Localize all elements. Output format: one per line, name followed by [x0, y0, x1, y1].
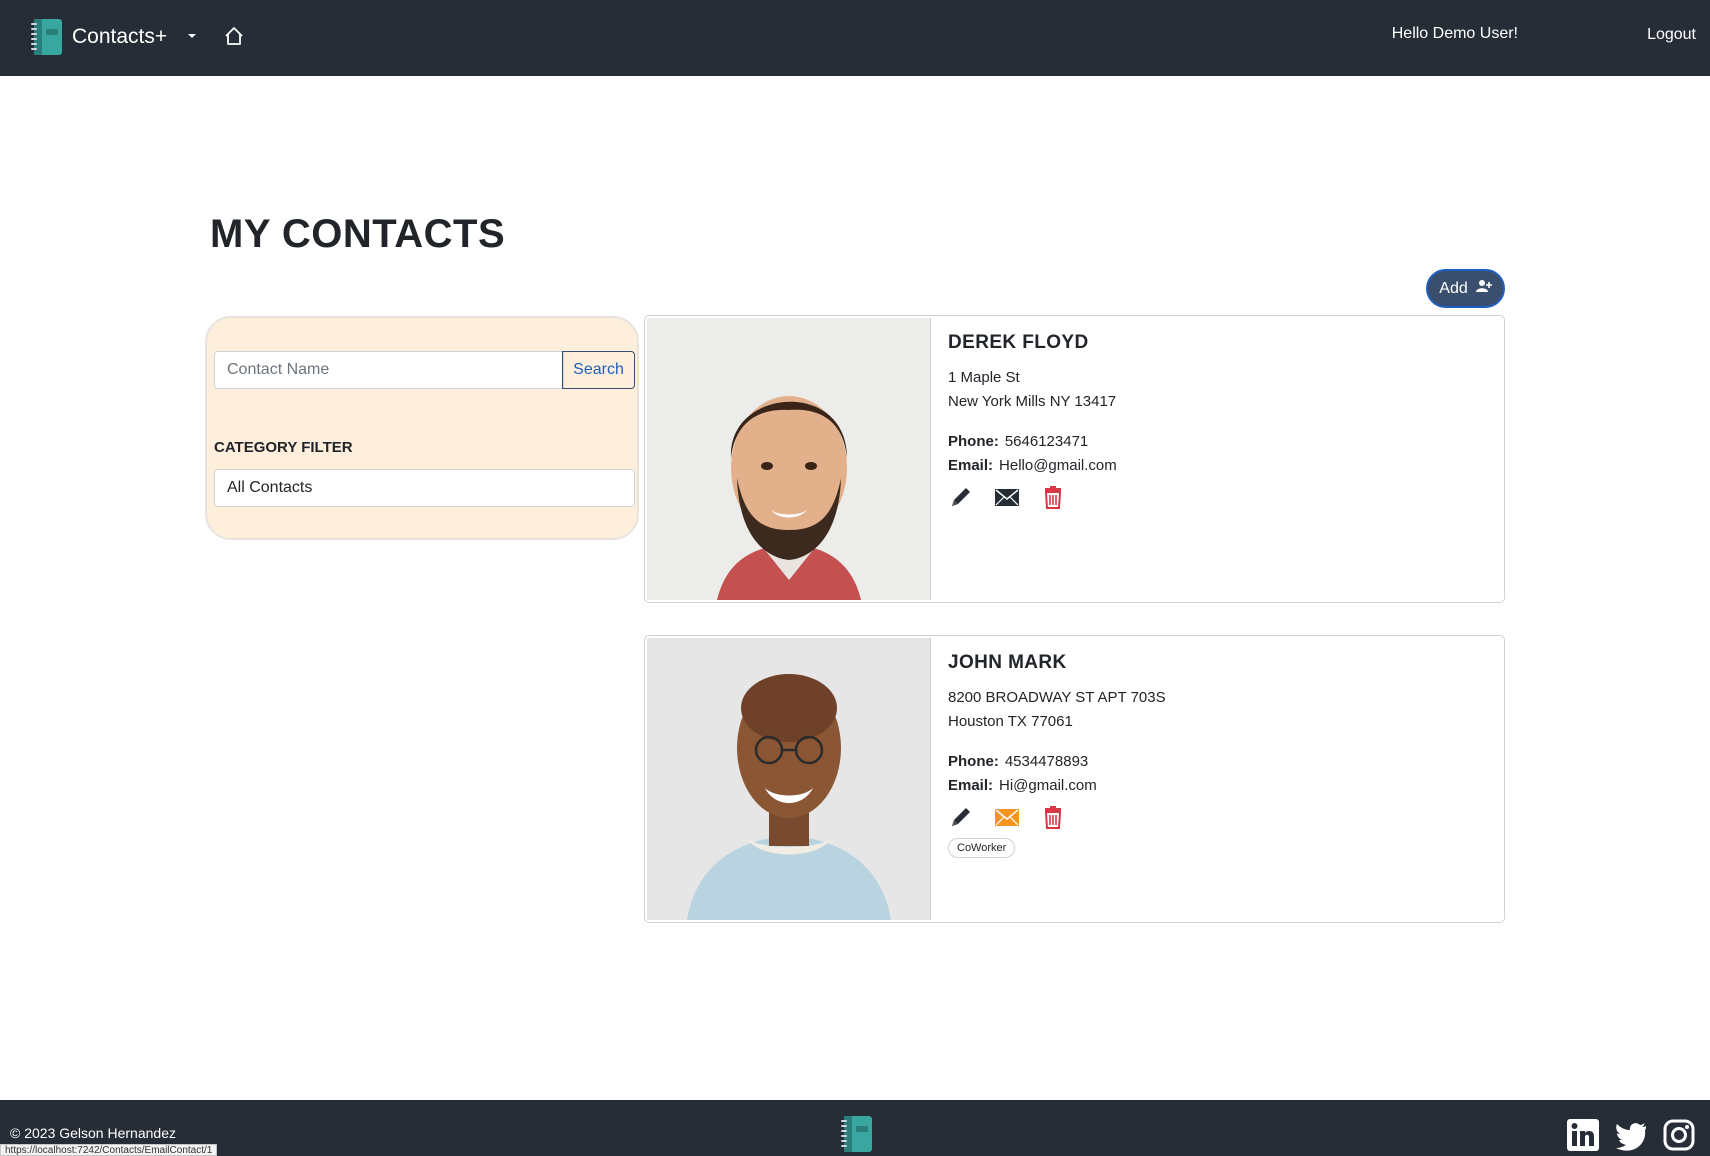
add-contact-button[interactable]: Add — [1426, 269, 1505, 308]
phone-label: Phone: — [948, 753, 999, 770]
email-envelope-icon[interactable] — [994, 484, 1020, 510]
search-button[interactable]: Search — [562, 351, 635, 389]
contact-photo — [647, 318, 931, 600]
copyright-text: © 2023 Gelson Hernandez — [10, 1125, 176, 1141]
twitter-icon[interactable] — [1614, 1118, 1648, 1152]
address-book-logo-icon — [840, 1114, 874, 1154]
category-filter-select[interactable]: All Contacts — [214, 469, 635, 507]
brand-name: Contacts+ — [72, 25, 168, 48]
instagram-icon[interactable] — [1662, 1118, 1696, 1152]
email-envelope-icon[interactable] — [994, 804, 1020, 830]
contact-name: JOHN MARK — [948, 652, 1067, 673]
contact-card: DEREK FLOYD 1 Maple St New York Mills NY… — [644, 315, 1505, 603]
contact-card: JOHN MARK 8200 BROADWAY ST APT 703S Hous… — [644, 635, 1505, 923]
category-filter-label: CATEGORY FILTER — [214, 439, 353, 456]
email-label: Email: — [948, 457, 994, 474]
brand-link[interactable]: Contacts+ — [30, 17, 167, 57]
contact-phone: 4534478893 — [1004, 753, 1089, 770]
edit-pencil-icon[interactable] — [948, 804, 974, 830]
delete-trash-icon[interactable] — [1040, 484, 1066, 510]
page-title: MY CONTACTS — [210, 212, 506, 256]
contact-email: Hello@gmail.com — [999, 457, 1117, 474]
dropdown-caret-icon[interactable] — [184, 28, 200, 44]
address-book-logo-icon — [30, 17, 64, 57]
contact-email: Hi@gmail.com — [999, 777, 1097, 794]
contact-address-line1: 8200 BROADWAY ST APT 703S — [948, 689, 1166, 706]
contact-address-line2: New York Mills NY 13417 — [948, 393, 1117, 410]
contact-phone: 5646123471 — [1004, 433, 1089, 450]
phone-label: Phone: — [948, 433, 999, 450]
contact-name: DEREK FLOYD — [948, 332, 1089, 353]
contact-address-line1: 1 Maple St — [948, 369, 1020, 386]
category-badge: CoWorker — [948, 838, 1016, 858]
greeting-text: Hello Demo User! — [1391, 25, 1518, 42]
home-icon[interactable] — [223, 25, 245, 47]
logout-link[interactable]: Logout — [1647, 26, 1696, 44]
contact-address-line2: Houston TX 77061 — [948, 713, 1073, 730]
contact-search-input[interactable]: Contact Name — [214, 351, 564, 389]
navbar: Contacts+ Hello Demo User! Logout — [0, 0, 1710, 76]
email-label: Email: — [948, 777, 994, 794]
user-plus-icon — [1475, 279, 1492, 298]
linkedin-icon[interactable] — [1566, 1118, 1600, 1152]
browser-status-url: https://localhost:7242/Contacts/EmailCon… — [0, 1144, 218, 1156]
filter-panel: Contact Name Search CATEGORY FILTER All … — [205, 316, 639, 540]
contact-photo — [647, 638, 931, 920]
footer: © 2023 Gelson Hernandez — [0, 1100, 1710, 1156]
add-button-label: Add — [1439, 279, 1468, 297]
delete-trash-icon[interactable] — [1040, 804, 1066, 830]
edit-pencil-icon[interactable] — [948, 484, 974, 510]
